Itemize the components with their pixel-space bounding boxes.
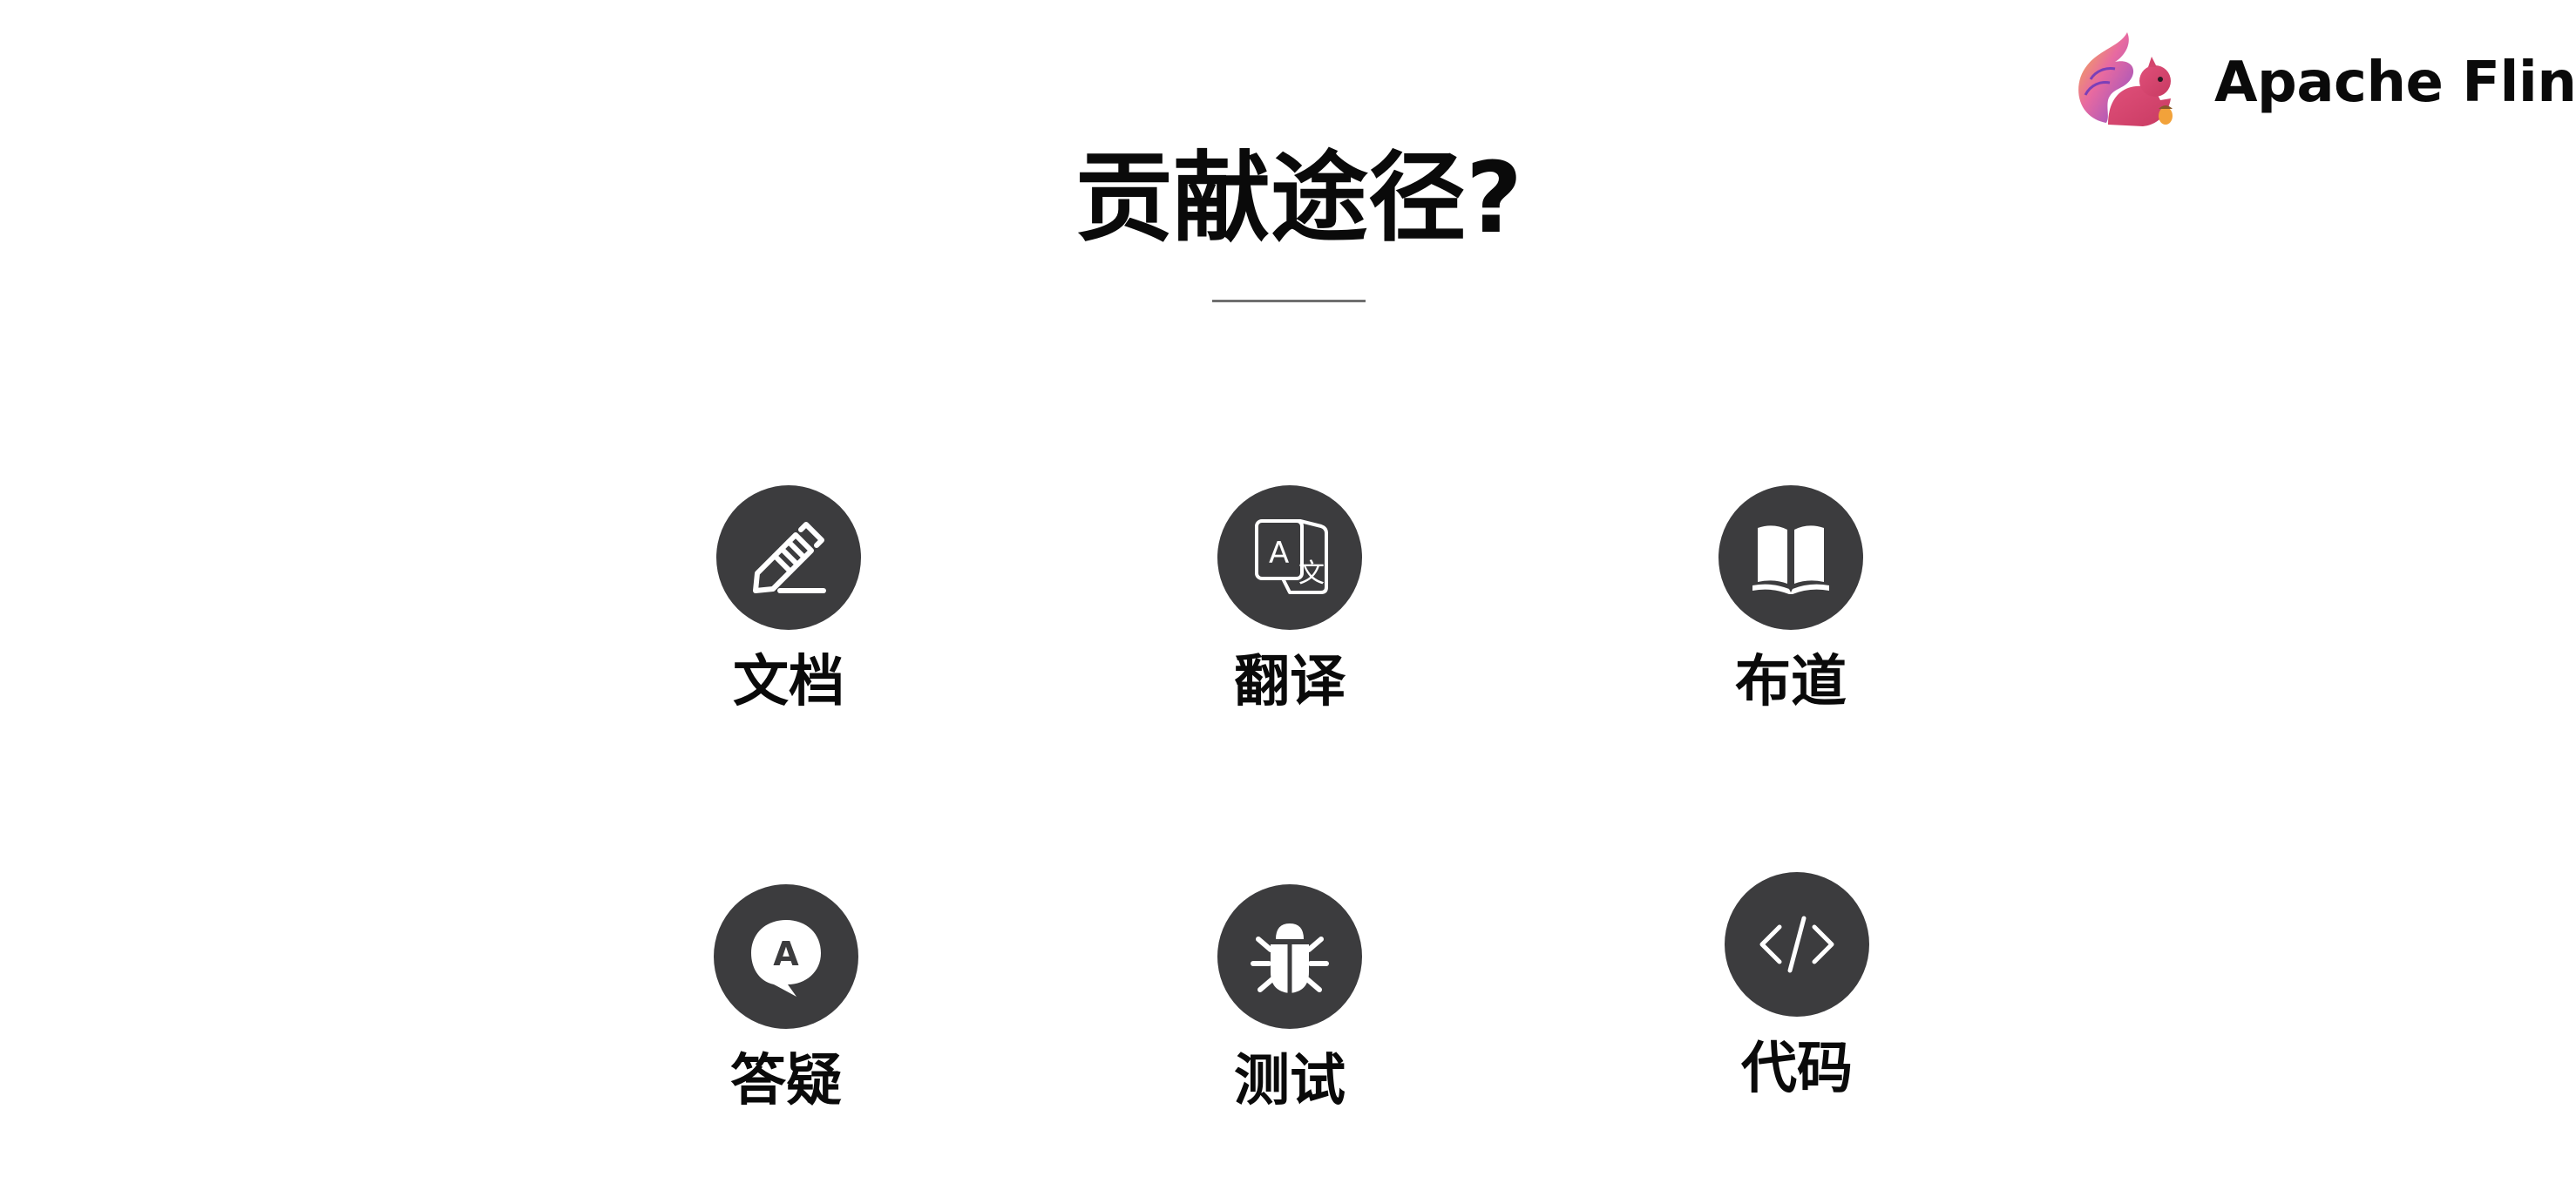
way-evangelism[interactable]: 布道	[1660, 485, 1922, 715]
way-docs[interactable]: 文档	[658, 485, 919, 715]
title-divider	[1212, 300, 1366, 302]
way-testing[interactable]: 测试	[1159, 884, 1420, 1114]
pencil-icon	[753, 522, 826, 593]
testing-label: 测试	[1234, 1049, 1346, 1113]
translation-label: 翻译	[1234, 650, 1346, 714]
qa-label: 答疑	[730, 1049, 842, 1113]
flink-squirrel-logo-icon	[2078, 32, 2173, 126]
code-icon	[1759, 916, 1834, 973]
page-title: 贡献途径?	[1075, 142, 1522, 255]
code-label: 代码	[1741, 1037, 1853, 1101]
way-qa[interactable]: A 答疑	[655, 884, 917, 1114]
brand: Apache Flink	[2070, 26, 2576, 139]
evangelism-label: 布道	[1735, 650, 1847, 714]
brand-name: Apache Flink	[2214, 51, 2576, 115]
svg-text:文: 文	[1298, 558, 1325, 589]
evangelism-button[interactable]	[1718, 485, 1863, 630]
svg-text:A: A	[773, 935, 799, 973]
open-book-icon	[1752, 525, 1829, 594]
svg-text:A: A	[1269, 536, 1289, 571]
docs-button[interactable]	[716, 485, 861, 630]
bug-icon	[1251, 923, 1329, 993]
qa-button[interactable]: A	[714, 884, 858, 1029]
testing-button[interactable]	[1217, 884, 1362, 1029]
translation-button[interactable]: A 文	[1217, 485, 1362, 630]
answer-bubble-icon: A	[751, 920, 821, 997]
way-code[interactable]: 代码	[1666, 872, 1928, 1102]
way-translation[interactable]: A 文 翻译	[1159, 485, 1420, 715]
translate-icon: A 文	[1255, 519, 1328, 594]
docs-label: 文档	[733, 650, 844, 714]
code-button[interactable]	[1725, 872, 1869, 1017]
